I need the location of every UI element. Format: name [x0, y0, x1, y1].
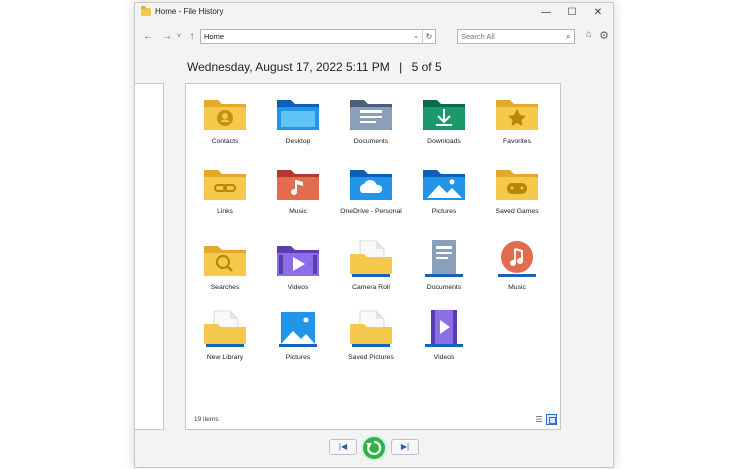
onedrive-folder-icon	[346, 162, 396, 202]
search-placeholder: Search All	[461, 32, 495, 41]
item-tile[interactable]: Documents	[411, 238, 477, 292]
item-label: Videos	[287, 284, 309, 291]
item-label: Camera Roll	[352, 284, 390, 291]
saved-games-folder-icon	[492, 162, 542, 202]
contacts-folder-icon	[200, 92, 250, 132]
item-label: Links	[217, 208, 233, 215]
item-tile[interactable]: Pictures	[411, 162, 477, 216]
item-label: Saved Games	[495, 208, 539, 215]
links-folder-icon	[200, 162, 250, 202]
backup-date: Wednesday, August 17, 2022 5:11 PM	[187, 60, 390, 74]
item-label: Desktop	[285, 138, 311, 145]
version-position: 5 of 5	[411, 60, 442, 74]
items-pane[interactable]: Contacts Desktop Documents Downloads Favorit…	[185, 83, 561, 430]
close-button[interactable]: ✕	[585, 3, 611, 23]
item-label: New Library	[206, 354, 244, 361]
item-tile[interactable]: New Library	[192, 308, 258, 362]
file-history-app-icon	[141, 6, 151, 16]
item-label: OneDrive - Personal	[340, 208, 402, 215]
toolbar: ← → ˅ ↑ Home ⌄ ↻ Search All ⌕ ⌂ ⚙	[135, 23, 613, 51]
minimize-button[interactable]: —	[533, 3, 559, 23]
new-library-icon	[200, 308, 250, 348]
address-text: Home	[204, 32, 225, 41]
item-label: Pictures	[285, 354, 311, 361]
window-title: Home - File History	[155, 7, 224, 16]
recent-locations-button[interactable]: ˅	[175, 30, 183, 44]
item-tile[interactable]: Documents	[338, 92, 404, 146]
item-tile[interactable]: Saved Games	[484, 162, 550, 216]
details-view-icon[interactable]: ☰	[534, 415, 544, 425]
item-label: Music	[289, 208, 307, 215]
search-input[interactable]: Search All ⌕	[457, 29, 575, 44]
item-tile[interactable]: Videos	[265, 238, 331, 292]
up-button[interactable]: ↑	[185, 30, 199, 44]
item-label: Downloads	[427, 138, 461, 145]
address-bar[interactable]: Home ⌄ ↻	[200, 29, 436, 44]
backup-date-header: Wednesday, August 17, 2022 5:11 PM | 5 o…	[187, 60, 442, 74]
refresh-icon[interactable]: ↻	[422, 30, 435, 43]
navigation-pane[interactable]	[135, 83, 164, 430]
item-tile[interactable]: Camera Roll	[338, 238, 404, 292]
camera-roll-folder-icon	[346, 238, 396, 278]
item-tile[interactable]: Downloads	[411, 92, 477, 146]
item-tile[interactable]: Saved Pictures	[338, 308, 404, 362]
item-tile[interactable]: Videos	[411, 308, 477, 362]
address-dropdown-icon[interactable]: ⌄	[411, 30, 421, 43]
item-label: Favorites	[503, 138, 531, 145]
item-tile[interactable]: Favorites	[484, 92, 550, 146]
item-count: 19 items	[194, 416, 219, 423]
pictures-library-icon	[273, 308, 323, 348]
item-tile[interactable]: Pictures	[265, 308, 331, 362]
videos-library-icon	[419, 308, 469, 348]
header-separator: |	[399, 60, 403, 74]
item-tile[interactable]: Music	[484, 238, 550, 292]
item-tile[interactable]: Searches	[192, 238, 258, 292]
item-tile[interactable]: OneDrive - Personal	[338, 162, 404, 216]
file-history-window: Home - File History — ☐ ✕ ← → ˅ ↑ Home ⌄…	[134, 2, 614, 468]
restore-icon	[366, 440, 382, 456]
downloads-folder-icon	[419, 92, 469, 132]
item-tile[interactable]: Links	[192, 162, 258, 216]
searches-folder-icon	[200, 238, 250, 278]
next-version-button[interactable]: ▶|	[391, 439, 419, 455]
item-label: Contacts	[211, 138, 239, 145]
item-label: Videos	[433, 354, 455, 361]
search-icon[interactable]: ⌕	[566, 31, 571, 42]
item-label: Searches	[210, 284, 240, 291]
back-button[interactable]: ←	[141, 30, 155, 44]
music-library-icon	[492, 238, 542, 278]
videos-folder-icon	[273, 238, 323, 278]
documents-library-icon	[419, 238, 469, 278]
playback-controls: |◀ ▶|	[329, 435, 419, 461]
forward-button[interactable]: →	[160, 30, 174, 44]
pictures-folder-icon	[419, 162, 469, 202]
home-icon[interactable]: ⌂	[582, 29, 596, 43]
desktop-folder-icon	[273, 92, 323, 132]
item-tile[interactable]: Desktop	[265, 92, 331, 146]
restore-button[interactable]	[361, 435, 387, 461]
documents-folder-icon	[346, 92, 396, 132]
title-bar: Home - File History — ☐ ✕	[135, 3, 613, 23]
maximize-button[interactable]: ☐	[559, 3, 585, 23]
item-label: Saved Pictures	[348, 354, 394, 361]
item-label: Documents	[426, 284, 462, 291]
gear-icon[interactable]: ⚙	[597, 29, 611, 43]
item-tile[interactable]: Contacts	[192, 92, 258, 146]
previous-version-button[interactable]: |◀	[329, 439, 357, 455]
item-label: Pictures	[431, 208, 457, 215]
item-tile[interactable]: Music	[265, 162, 331, 216]
saved-pictures-folder-icon	[346, 308, 396, 348]
large-icons-view-icon[interactable]	[546, 414, 557, 425]
music-folder-icon	[273, 162, 323, 202]
item-label: Documents	[353, 138, 389, 145]
item-label: Music	[508, 284, 526, 291]
favorites-folder-icon	[492, 92, 542, 132]
